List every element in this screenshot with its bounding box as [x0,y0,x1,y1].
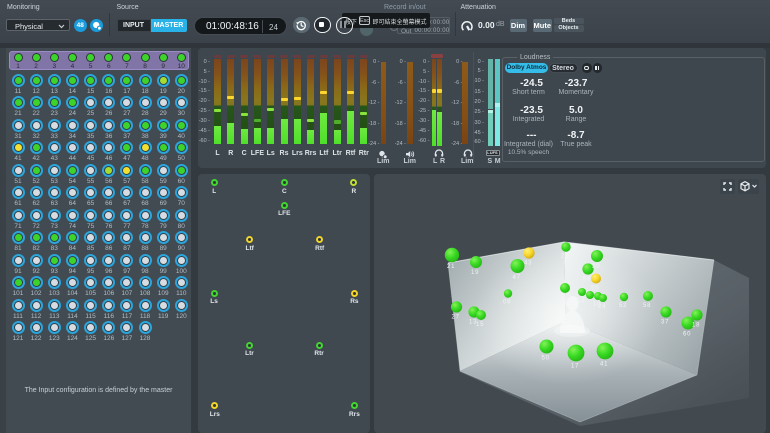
svg-text:50: 50 [542,356,550,362]
svg-text:60: 60 [683,332,691,338]
svg-text:20: 20 [592,264,600,270]
svg-text:08: 08 [503,300,511,306]
svg-text:22: 22 [561,254,569,260]
svg-text:55: 55 [591,286,599,292]
svg-text:15: 15 [476,322,484,328]
svg-text:17: 17 [571,363,579,369]
svg-text:56: 56 [583,277,591,283]
svg-text:19: 19 [471,270,479,276]
svg-text:41: 41 [600,361,608,367]
svg-text:28: 28 [560,295,568,301]
svg-text:27: 27 [452,315,460,321]
svg-text:43: 43 [524,261,532,267]
svg-text:52: 52 [619,303,627,309]
svg-text:37: 37 [661,320,669,326]
svg-text:21: 21 [447,264,455,270]
svg-text:24: 24 [598,304,606,310]
svg-text:63: 63 [577,298,585,304]
svg-text:18: 18 [692,323,700,329]
svg-text:58: 58 [643,303,651,309]
svg-text:47: 47 [513,275,521,281]
